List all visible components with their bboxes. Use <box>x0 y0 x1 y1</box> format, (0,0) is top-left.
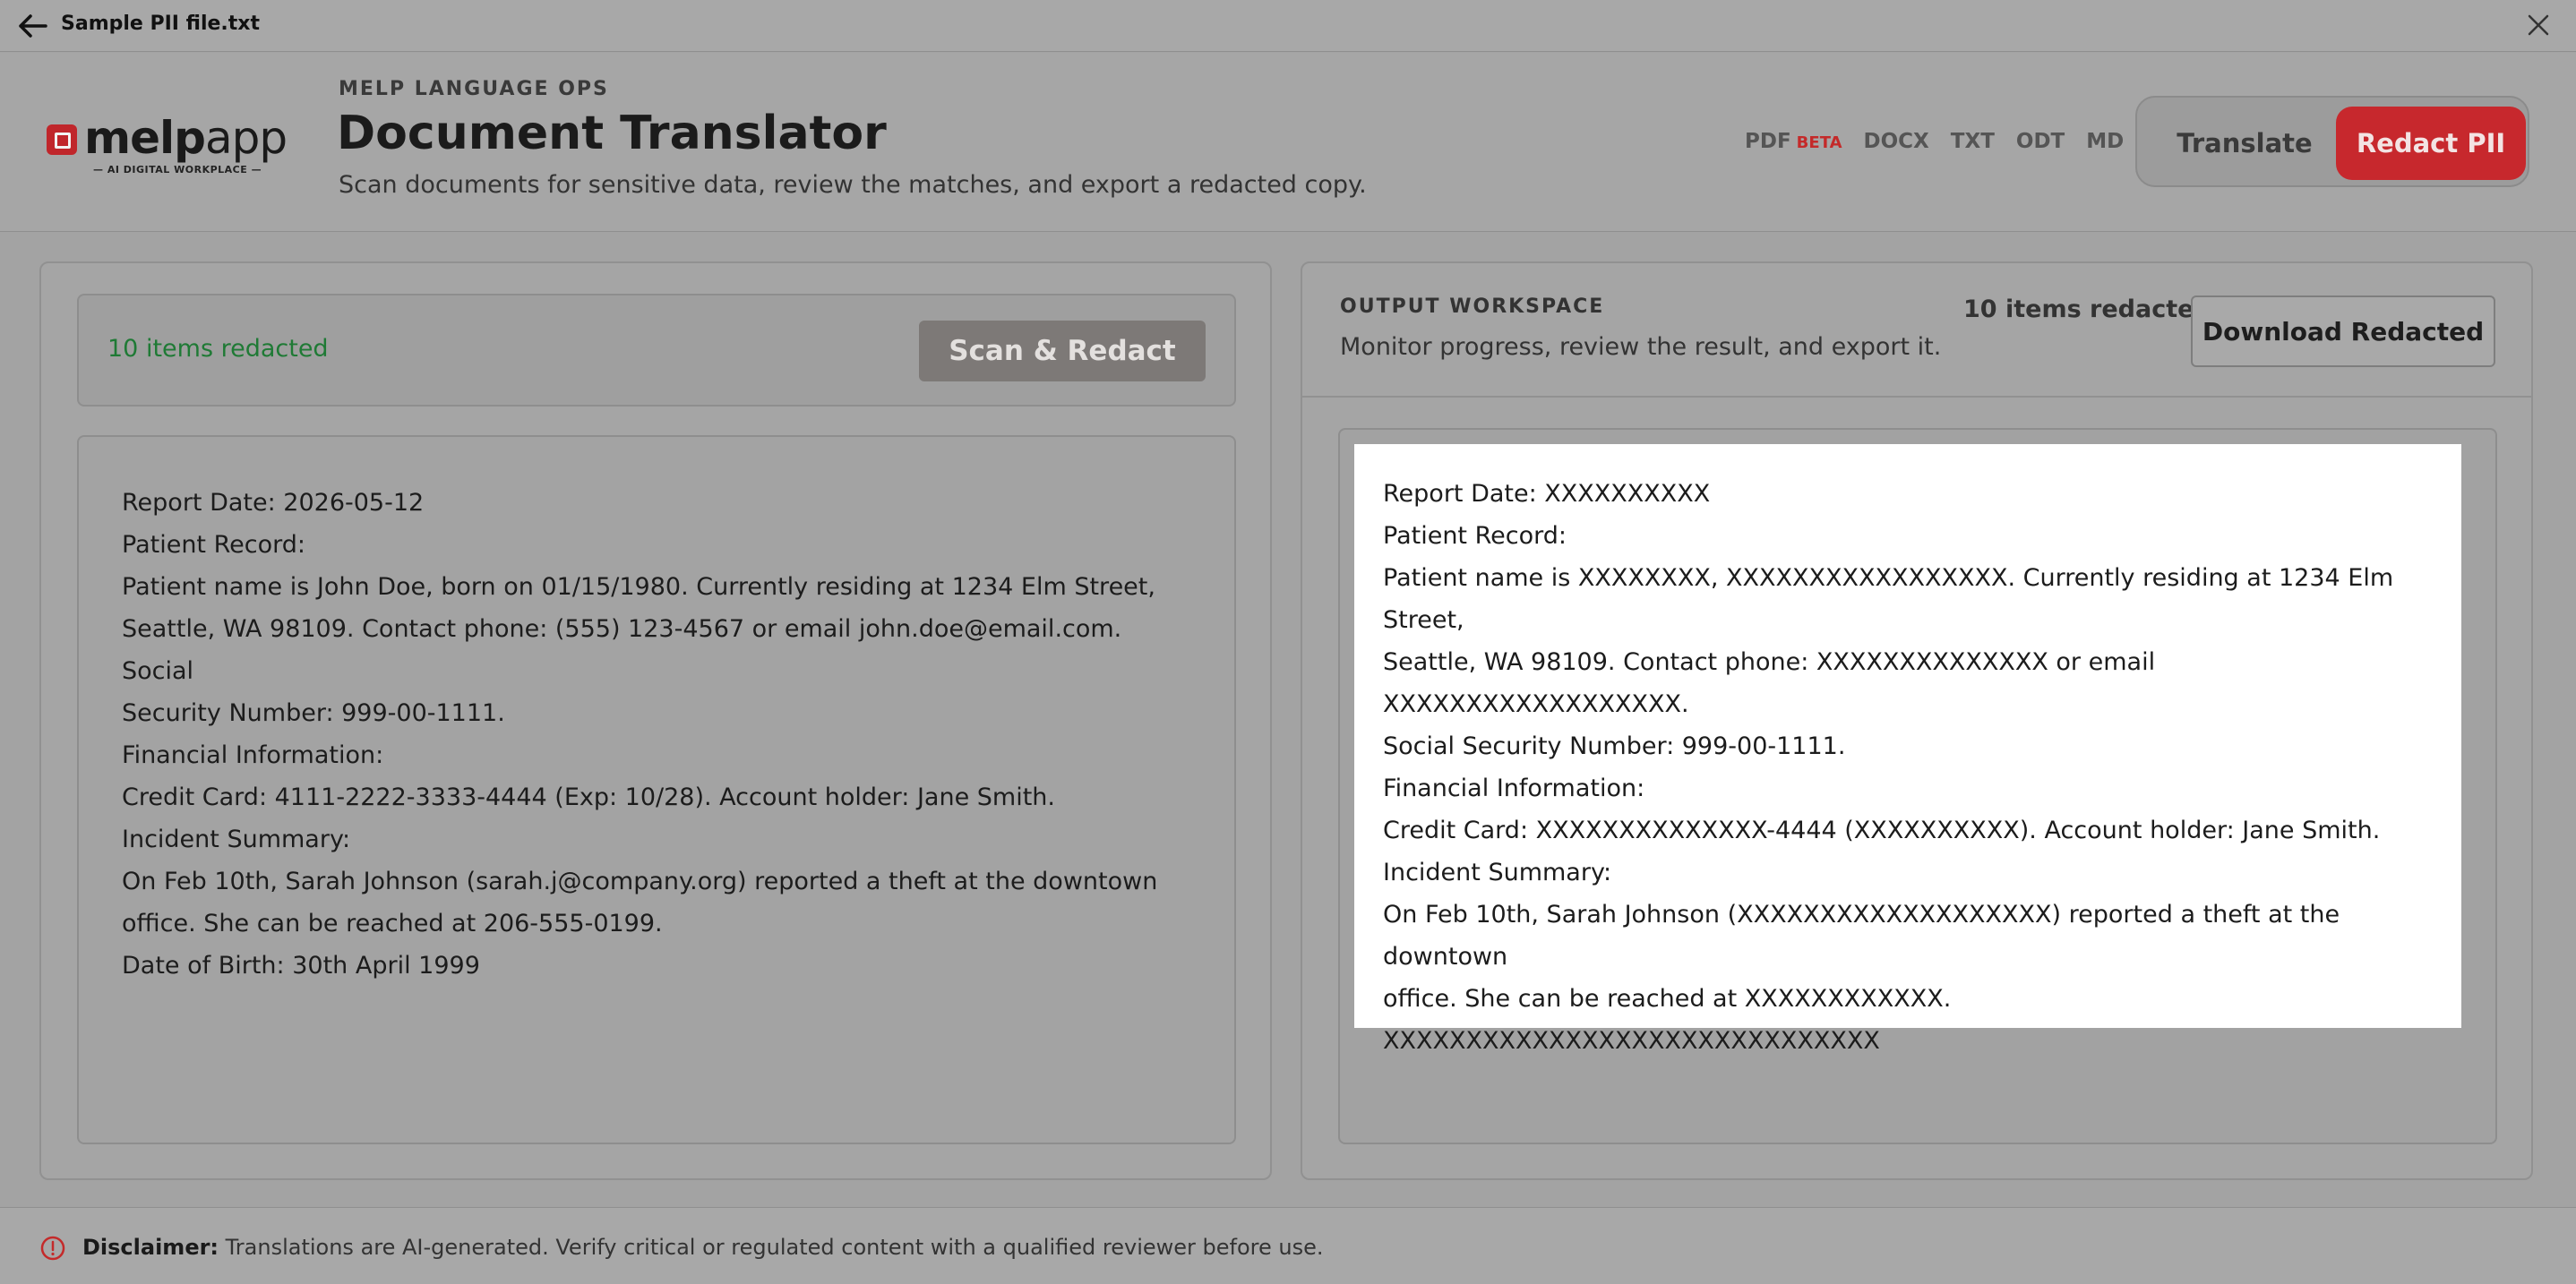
redacted-document[interactable]: Report Date: XXXXXXXXXX Patient Record: … <box>1354 444 2461 1055</box>
input-panel: 10 items redacted Scan & Redact Report D… <box>39 261 1272 1180</box>
result-frame: Report Date: XXXXXXXXXX Patient Record: … <box>1338 428 2497 1144</box>
source-line: office. She can be reached at 206-555-01… <box>122 910 663 937</box>
result-line: Credit Card: XXXXXXXXXXXXXX-4444 (XXXXXX… <box>1383 817 2381 844</box>
scan-redact-button[interactable]: Scan & Redact <box>919 321 1206 381</box>
melpapp-logo: melpapp — AI DIGITAL WORKPLACE — <box>45 112 288 184</box>
logo-word-bold: melp <box>84 112 206 164</box>
output-header: OUTPUT WORKSPACE Monitor progress, revie… <box>1302 263 2531 398</box>
translate-mode-button[interactable]: Translate <box>2148 107 2341 180</box>
result-line: office. She can be reached at XXXXXXXXXX… <box>1383 985 1952 1013</box>
source-line: Credit Card: 4111-2222-3333-4444 (Exp: 1… <box>122 783 1056 811</box>
close-icon[interactable] <box>2526 13 2551 38</box>
disclaimer-footer: Disclaimer: Translations are AI-generate… <box>0 1207 2576 1284</box>
result-line: Seattle, WA 98109. Contact phone: XXXXXX… <box>1383 648 2163 718</box>
supported-formats: PDF BETA DOCX TXT ODT MD <box>1745 130 2124 153</box>
back-arrow-icon[interactable] <box>16 11 48 41</box>
format-odt: ODT <box>2015 130 2065 153</box>
output-panel: OUTPUT WORKSPACE Monitor progress, revie… <box>1301 261 2533 1180</box>
page-subtitle: Scan documents for sensitive data, revie… <box>339 171 1367 199</box>
beta-badge: BETA <box>1796 133 1842 152</box>
app-header: melpapp — AI DIGITAL WORKPLACE — MELP LA… <box>0 53 2576 232</box>
scan-status-bar: 10 items redacted Scan & Redact <box>77 294 1236 407</box>
redact-pii-mode-button[interactable]: Redact PII <box>2336 107 2526 180</box>
page-title: Document Translator <box>337 107 887 160</box>
logo-word-light: app <box>204 112 288 164</box>
source-line: Patient name is John Doe, born on 01/15/… <box>122 573 1155 601</box>
source-line: Date of Birth: 30th April 1999 <box>122 952 480 980</box>
source-line: Seattle, WA 98109. Contact phone: (555) … <box>122 615 1129 685</box>
redaction-status: 10 items redacted <box>107 335 329 363</box>
source-line: Incident Summary: <box>122 826 351 853</box>
logo-mark-icon <box>47 124 77 155</box>
result-line: Report Date: XXXXXXXXXX <box>1383 480 1711 508</box>
source-line: On Feb 10th, Sarah Johnson (sarah.j@comp… <box>122 868 1158 895</box>
format-docx: DOCX <box>1863 130 1929 153</box>
download-redacted-button[interactable]: Download Redacted <box>2191 295 2495 367</box>
section-eyebrow: MELP LANGUAGE OPS <box>339 78 609 100</box>
disclaimer-text: Disclaimer: Translations are AI-generate… <box>82 1235 1324 1260</box>
disclaimer-body: Translations are AI-generated. Verify cr… <box>219 1235 1324 1260</box>
source-line: Report Date: 2026-05-12 <box>122 489 425 517</box>
title-bar: Sample PII file.txt <box>0 0 2576 52</box>
result-line: Social Security Number: 999-00-1111. <box>1383 732 1846 760</box>
mode-switch: Translate Redact PII <box>2135 96 2529 187</box>
result-line: XXXXXXXXXXXXXXXXXXXXXXXXXXXXXX <box>1383 1027 1880 1055</box>
file-title: Sample PII file.txt <box>61 13 260 35</box>
result-line: Incident Summary: <box>1383 859 1612 886</box>
source-line: Financial Information: <box>122 741 384 769</box>
result-line: Patient Record: <box>1383 522 1567 550</box>
result-line: Financial Information: <box>1383 775 1645 802</box>
result-line: On Feb 10th, Sarah Johnson (XXXXXXXXXXXX… <box>1383 901 2348 971</box>
source-line: Security Number: 999-00-1111. <box>122 699 505 727</box>
result-line: Patient name is XXXXXXXX, XXXXXXXXXXXXXX… <box>1383 564 2401 634</box>
format-txt: TXT <box>1950 130 1995 153</box>
source-line: Patient Record: <box>122 531 305 559</box>
disclaimer-label: Disclaimer: <box>82 1235 219 1260</box>
logo-tagline: — AI DIGITAL WORKPLACE — <box>93 164 262 175</box>
output-redaction-count: 10 items redacted <box>1963 295 2211 323</box>
output-subtitle: Monitor progress, review the result, and… <box>1340 333 1942 361</box>
output-eyebrow: OUTPUT WORKSPACE <box>1340 295 1605 318</box>
format-md: MD <box>2086 130 2125 153</box>
source-document[interactable]: Report Date: 2026-05-12 Patient Record: … <box>77 435 1236 1144</box>
format-pdf: PDF BETA <box>1745 130 1842 153</box>
info-icon <box>40 1236 65 1261</box>
